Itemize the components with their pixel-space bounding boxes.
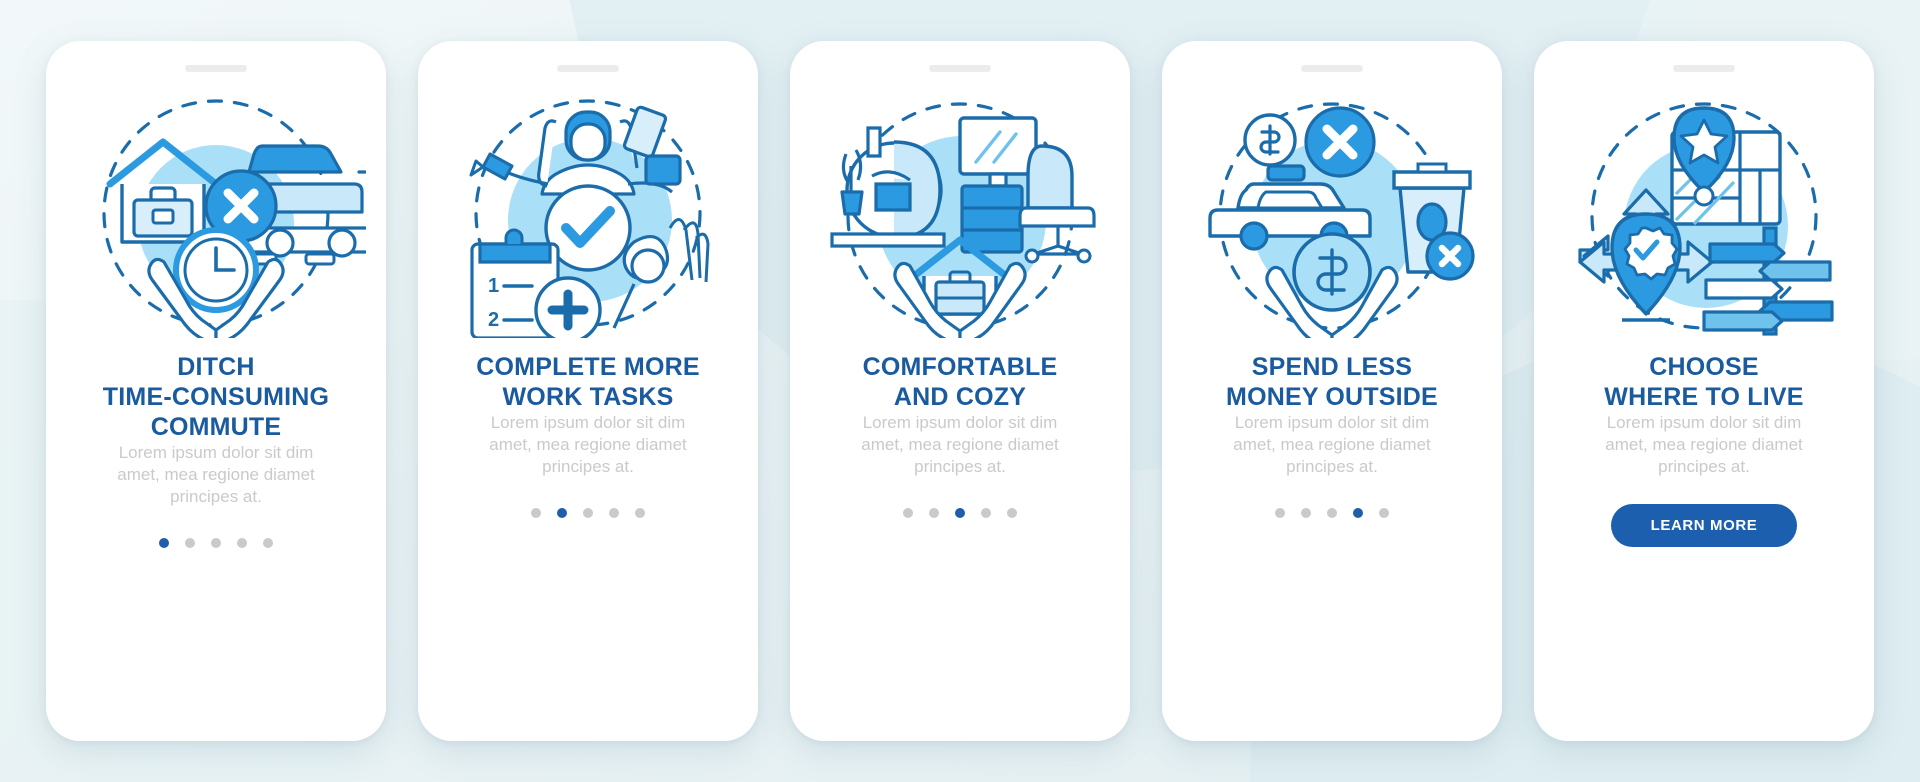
screen-body-text: Lorem ipsum dolor sit dim amet, mea regi… bbox=[117, 443, 315, 506]
onboarding-screens-row: DITCH TIME-CONSUMING COMMUTE Lorem ipsum … bbox=[0, 0, 1920, 782]
pagination-dot[interactable] bbox=[531, 508, 541, 518]
onboarding-screen-ditch-time-consuming-commute: DITCH TIME-CONSUMING COMMUTE Lorem ipsum … bbox=[46, 41, 386, 741]
onboarding-screen-complete-more-work-tasks: 1 2 COMPLETE MORE WORK TASKS Lorem ipsum … bbox=[418, 41, 758, 741]
screen-title: DITCH TIME-CONSUMING COMMUTE bbox=[102, 353, 330, 441]
phone-speaker-notch bbox=[1673, 65, 1735, 72]
illustration-home-office-desk-chair-hands bbox=[830, 102, 1096, 338]
screen-footer: Lorem ipsum dolor sit dim amet, mea regi… bbox=[790, 412, 1130, 578]
pagination-dot[interactable] bbox=[185, 538, 195, 548]
pagination-dot[interactable] bbox=[211, 538, 221, 548]
phone-speaker-notch bbox=[557, 65, 619, 72]
onboarding-screen-choose-where-to-live: CHOOSE WHERE TO LIVE Lorem ipsum dolor si… bbox=[1534, 41, 1874, 741]
onboarding-screen-spend-less-money-outside: SPEND LESS MONEY OUTSIDE Lorem ipsum dolo… bbox=[1162, 41, 1502, 741]
pagination-dots bbox=[903, 508, 1017, 518]
screen-body-text: Lorem ipsum dolor sit dim amet, mea regi… bbox=[489, 413, 687, 476]
pagination-dots bbox=[159, 538, 273, 548]
svg-text:2: 2 bbox=[488, 309, 499, 331]
pagination-dot[interactable] bbox=[1275, 508, 1285, 518]
learn-more-button[interactable]: LEARN MORE bbox=[1610, 504, 1798, 547]
screen-title: CHOOSE WHERE TO LIVE bbox=[1604, 353, 1804, 411]
screen-footer: Lorem ipsum dolor sit dim amet, mea regi… bbox=[46, 442, 386, 608]
pagination-dots bbox=[1275, 508, 1389, 518]
pagination-dot[interactable] bbox=[635, 508, 645, 518]
illustration-multitasking-person-checklist-checkmark: 1 2 bbox=[469, 99, 710, 338]
pagination-dot-active[interactable] bbox=[159, 538, 169, 548]
pagination-dot[interactable] bbox=[609, 508, 619, 518]
illustration-map-pin-star-signpost-gear bbox=[1578, 102, 1834, 336]
pagination-dot[interactable] bbox=[903, 508, 913, 518]
illustration-taxi-coffee-dollar-hands bbox=[1208, 102, 1475, 338]
onboarding-screen-comfortable-and-cozy: COMFORTABLE AND COZY Lorem ipsum dolor si… bbox=[790, 41, 1130, 741]
pagination-dot[interactable] bbox=[1007, 508, 1017, 518]
pagination-dot-active[interactable] bbox=[557, 508, 567, 518]
pagination-dot[interactable] bbox=[929, 508, 939, 518]
screen-body-text: Lorem ipsum dolor sit dim amet, mea regi… bbox=[1605, 413, 1803, 476]
pagination-dot-active[interactable] bbox=[955, 508, 965, 518]
svg-text:1: 1 bbox=[488, 275, 499, 297]
pagination-dot[interactable] bbox=[1327, 508, 1337, 518]
screen-title: COMPLETE MORE WORK TASKS bbox=[476, 353, 700, 411]
phone-speaker-notch bbox=[929, 65, 991, 72]
illustration-house-briefcase-car-clock-hands bbox=[102, 99, 366, 338]
phone-speaker-notch bbox=[1301, 65, 1363, 72]
phone-speaker-notch bbox=[185, 65, 247, 72]
pagination-dot[interactable] bbox=[1379, 508, 1389, 518]
screen-title: COMFORTABLE AND COZY bbox=[862, 353, 1058, 411]
pagination-dot[interactable] bbox=[263, 538, 273, 548]
screen-title: SPEND LESS MONEY OUTSIDE bbox=[1226, 353, 1438, 411]
screen-footer: Lorem ipsum dolor sit dim amet, mea regi… bbox=[1162, 412, 1502, 578]
pagination-dot[interactable] bbox=[237, 538, 247, 548]
pagination-dot[interactable] bbox=[583, 508, 593, 518]
pagination-dots bbox=[531, 508, 645, 518]
pagination-dot[interactable] bbox=[1301, 508, 1311, 518]
screen-footer: Lorem ipsum dolor sit dim amet, mea regi… bbox=[1534, 412, 1874, 599]
pagination-dot-active[interactable] bbox=[1353, 508, 1363, 518]
screen-body-text: Lorem ipsum dolor sit dim amet, mea regi… bbox=[1233, 413, 1431, 476]
pagination-dot[interactable] bbox=[981, 508, 991, 518]
screen-footer: Lorem ipsum dolor sit dim amet, mea regi… bbox=[418, 412, 758, 578]
screen-body-text: Lorem ipsum dolor sit dim amet, mea regi… bbox=[861, 413, 1059, 476]
